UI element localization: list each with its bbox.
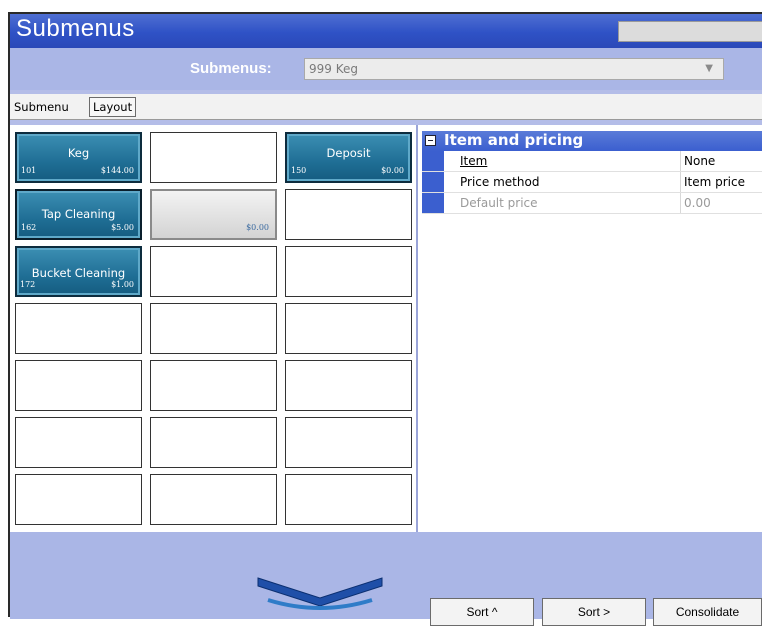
property-value[interactable]: Item price — [684, 175, 745, 189]
grid-cell-empty[interactable] — [150, 132, 277, 183]
grid-cell-empty[interactable] — [150, 417, 277, 468]
submenu-filter-row: Submenus: 999 Keg ▼ — [10, 48, 762, 90]
property-row-price-method[interactable]: Price method Item price — [422, 172, 762, 193]
window-title: Submenus — [16, 15, 135, 42]
button-layout-grid: Keg 101 $144.00 Deposit 150 $0.00 Tap Cl… — [10, 125, 418, 532]
tab-submenu[interactable]: Submenu — [10, 97, 73, 117]
grid-cell-empty[interactable] — [150, 303, 277, 354]
grid-button-number: 101 — [21, 166, 37, 175]
grid-button-price: $5.00 — [111, 223, 134, 232]
expand-chevron-icon[interactable] — [254, 572, 386, 612]
grid-button-price: $1.00 — [111, 280, 134, 289]
grid-button-price: $144.00 — [100, 166, 134, 175]
submenus-filter-label: Submenus: — [190, 60, 272, 77]
grid-cell-empty[interactable] — [285, 417, 412, 468]
property-gutter — [422, 193, 444, 213]
submenus-select-value: 999 Keg — [309, 62, 358, 76]
grid-button-keg[interactable]: Keg 101 $144.00 — [15, 132, 142, 183]
grid-button-price: $0.00 — [381, 166, 404, 175]
property-grid: Item None Price method Item price Defaul… — [422, 151, 762, 214]
grid-cell-empty[interactable] — [15, 360, 142, 411]
property-value[interactable]: None — [684, 154, 715, 168]
property-divider — [680, 193, 681, 213]
grid-cell-empty[interactable] — [285, 189, 412, 240]
grid-button-number: 150 — [291, 166, 307, 175]
title-bar-field — [618, 21, 762, 42]
grid-button-tap-cleaning[interactable]: Tap Cleaning 162 $5.00 — [15, 189, 142, 240]
submenus-window: Submenus Submenus: 999 Keg ▼ Submenu Lay… — [8, 12, 762, 626]
sort-right-button[interactable]: Sort > — [542, 598, 646, 626]
grid-button-bucket-cleaning[interactable]: Bucket Cleaning 172 $1.00 — [15, 246, 142, 297]
property-name[interactable]: Item — [460, 154, 487, 168]
property-row-item[interactable]: Item None — [422, 151, 762, 172]
property-divider — [680, 172, 681, 192]
property-value: 0.00 — [684, 196, 711, 210]
property-name: Price method — [460, 175, 540, 189]
title-bar: Submenus — [10, 14, 762, 48]
grid-button-label: Keg — [67, 146, 90, 160]
chevron-down-icon[interactable]: ▼ — [705, 63, 713, 74]
tab-strip: Submenu Layout — [10, 94, 762, 120]
property-name: Default price — [460, 196, 538, 210]
grid-cell-empty[interactable] — [150, 246, 277, 297]
property-divider — [680, 151, 681, 171]
grid-button-label: Tap Cleaning — [41, 207, 116, 221]
consolidate-button[interactable]: Consolidate — [653, 598, 762, 626]
section-title: Item and pricing — [444, 131, 584, 149]
grid-cell-empty[interactable] — [150, 360, 277, 411]
property-panel: Item and pricing Item None Price method … — [418, 125, 762, 532]
item-and-pricing-header[interactable]: Item and pricing — [422, 131, 762, 151]
grid-button-number: 172 — [20, 280, 36, 289]
grid-button-unnamed[interactable]: $0.00 — [150, 189, 277, 240]
submenus-select[interactable]: 999 Keg ▼ — [304, 58, 724, 80]
grid-cell-empty[interactable] — [150, 474, 277, 525]
property-gutter — [422, 172, 444, 192]
grid-button-deposit[interactable]: Deposit 150 $0.00 — [285, 132, 412, 183]
property-row-default-price: Default price 0.00 — [422, 193, 762, 214]
grid-button-price: $0.00 — [246, 223, 269, 232]
grid-cell-empty[interactable] — [15, 474, 142, 525]
grid-cell-empty[interactable] — [15, 303, 142, 354]
grid-cell-empty[interactable] — [285, 303, 412, 354]
grid-button-label: Deposit — [326, 146, 371, 160]
bottom-toolbar: Sort ^ Sort > Consolidate — [10, 532, 762, 626]
sort-up-button[interactable]: Sort ^ — [430, 598, 534, 626]
grid-cell-empty[interactable] — [285, 360, 412, 411]
property-gutter — [422, 151, 444, 171]
grid-cell-empty[interactable] — [285, 246, 412, 297]
grid-button-label: Bucket Cleaning — [31, 266, 126, 280]
collapse-icon[interactable] — [425, 135, 436, 146]
grid-cell-empty[interactable] — [15, 417, 142, 468]
grid-cell-empty[interactable] — [285, 474, 412, 525]
grid-button-number: 162 — [21, 223, 37, 232]
tab-layout[interactable]: Layout — [89, 97, 137, 117]
